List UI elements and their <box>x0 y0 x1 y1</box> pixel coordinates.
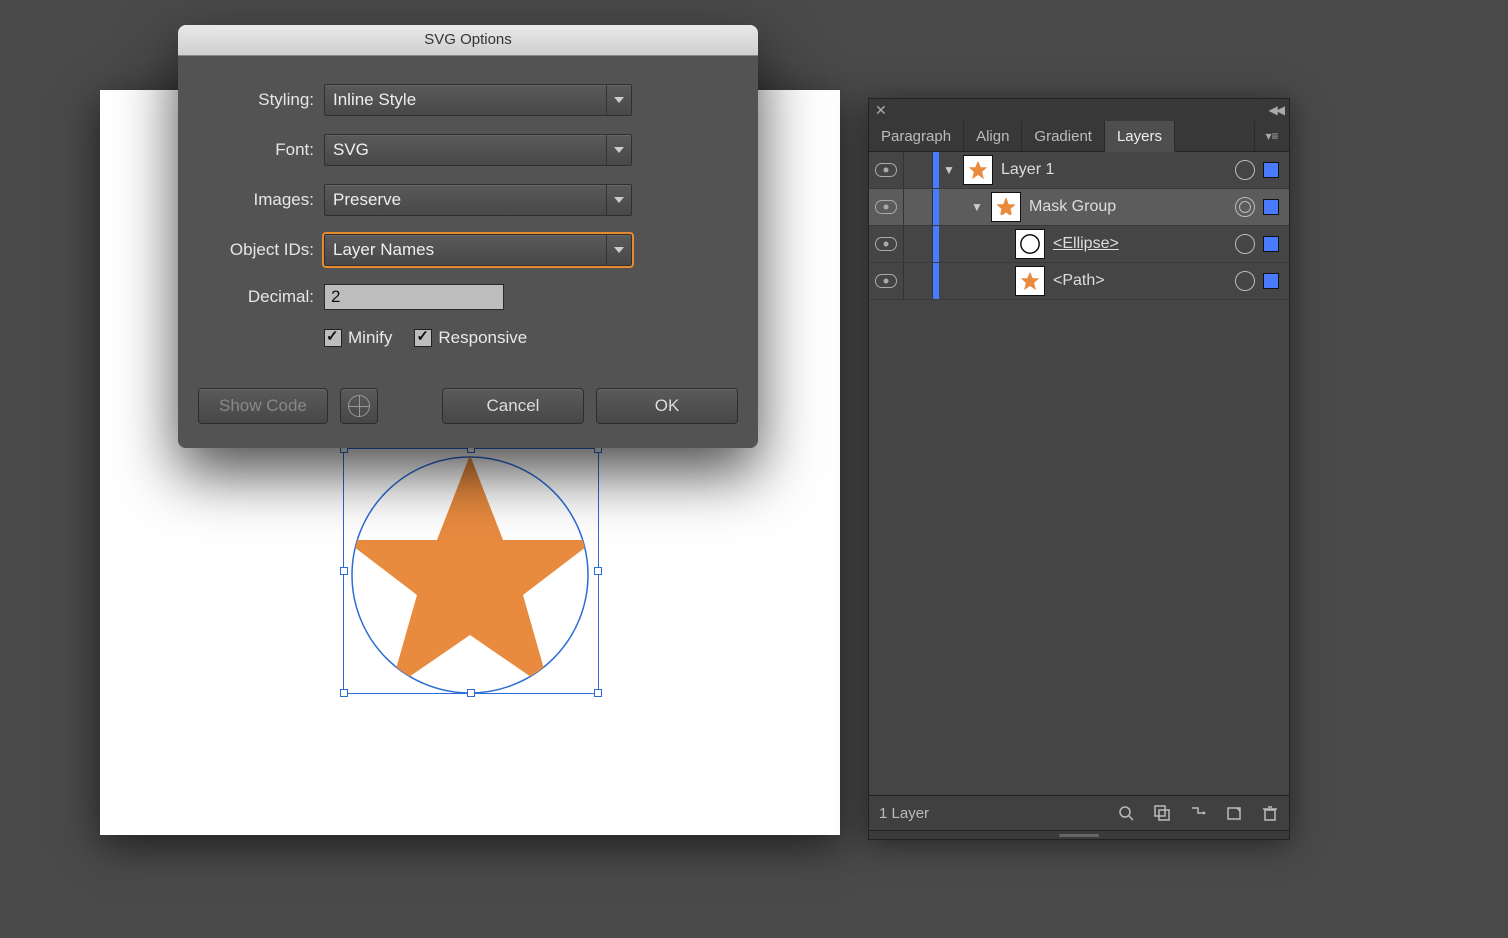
layer-name: <Ellipse> <box>1053 235 1235 253</box>
decimal-input[interactable] <box>324 284 504 310</box>
svg-options-dialog: SVG Options Styling: Inline Style Font: … <box>178 25 758 448</box>
font-select[interactable]: SVG <box>324 134 632 166</box>
lock-toggle[interactable] <box>904 189 933 225</box>
ok-button[interactable]: OK <box>596 388 738 424</box>
new-layer-icon[interactable] <box>1225 804 1243 822</box>
visibility-toggle[interactable] <box>869 189 904 225</box>
styling-label: Styling: <box>204 90 324 110</box>
visibility-toggle[interactable] <box>869 152 904 188</box>
target-icon[interactable] <box>1235 271 1255 291</box>
images-label: Images: <box>204 190 324 210</box>
lock-toggle[interactable] <box>904 152 933 188</box>
objectids-select[interactable]: Layer Names <box>324 234 632 266</box>
show-code-button[interactable]: Show Code <box>198 388 328 424</box>
panel-resize-grip[interactable] <box>869 830 1289 839</box>
panel-close-icon[interactable]: ✕ <box>875 102 887 119</box>
panel-collapse-icon[interactable]: ◀◀ <box>1269 103 1283 117</box>
styling-value: Inline Style <box>333 90 416 110</box>
layer-row-maskgroup[interactable]: ▼ Mask Group <box>869 189 1289 226</box>
layer-color-indicator <box>933 189 939 225</box>
globe-icon <box>348 395 370 417</box>
target-icon[interactable] <box>1235 160 1255 180</box>
font-value: SVG <box>333 140 369 160</box>
layer-row-ellipse[interactable]: <Ellipse> <box>869 226 1289 263</box>
decimal-label: Decimal: <box>204 287 324 307</box>
font-label: Font: <box>204 140 324 160</box>
objectids-label: Object IDs: <box>204 240 324 260</box>
locate-object-icon[interactable] <box>1117 804 1135 822</box>
layer-row-path[interactable]: <Path> <box>869 263 1289 300</box>
responsive-label: Responsive <box>438 328 527 348</box>
visibility-toggle[interactable] <box>869 263 904 299</box>
cancel-button[interactable]: Cancel <box>442 388 584 424</box>
dropdown-arrow-icon <box>606 85 631 115</box>
styling-select[interactable]: Inline Style <box>324 84 632 116</box>
visibility-toggle[interactable] <box>869 226 904 262</box>
layer-thumbnail <box>991 192 1021 222</box>
minify-checkbox[interactable]: Minify <box>324 328 392 348</box>
checkbox-icon <box>414 329 432 347</box>
layer-color-indicator <box>933 152 939 188</box>
images-value: Preserve <box>333 190 401 210</box>
selection-swatch[interactable] <box>1263 162 1279 178</box>
lock-toggle[interactable] <box>904 226 933 262</box>
checkbox-icon <box>324 329 342 347</box>
layer-row-layer1[interactable]: ▼ Layer 1 <box>869 152 1289 189</box>
panel-tabs: Paragraph Align Gradient Layers ▾≡ <box>869 121 1289 152</box>
eye-icon <box>875 163 897 177</box>
lock-toggle[interactable] <box>904 263 933 299</box>
preview-in-browser-button[interactable] <box>340 388 378 424</box>
selection-swatch[interactable] <box>1263 273 1279 289</box>
artwork-star-masked <box>345 450 595 700</box>
delete-layer-icon[interactable] <box>1261 804 1279 822</box>
selection-swatch[interactable] <box>1263 236 1279 252</box>
layer-name: Mask Group <box>1029 198 1235 216</box>
eye-icon <box>875 237 897 251</box>
create-sublayer-icon[interactable] <box>1189 804 1207 822</box>
objectids-value: Layer Names <box>333 240 434 260</box>
dialog-title: SVG Options <box>178 25 758 56</box>
resize-handle[interactable] <box>594 567 602 575</box>
panel-footer: 1 Layer <box>869 795 1289 830</box>
layer-thumbnail <box>963 155 993 185</box>
make-clipping-mask-icon[interactable] <box>1153 804 1171 822</box>
dropdown-arrow-icon <box>606 235 631 265</box>
tab-gradient[interactable]: Gradient <box>1022 121 1105 151</box>
disclosure-triangle-icon[interactable]: ▼ <box>971 200 987 214</box>
resize-handle[interactable] <box>594 689 602 697</box>
tab-paragraph[interactable]: Paragraph <box>869 121 964 151</box>
dropdown-arrow-icon <box>606 185 631 215</box>
layer-color-indicator <box>933 226 939 262</box>
panel-menu-icon[interactable]: ▾≡ <box>1254 121 1289 151</box>
selection-swatch[interactable] <box>1263 199 1279 215</box>
eye-icon <box>875 274 897 288</box>
layer-thumbnail <box>1015 266 1045 296</box>
layer-name: Layer 1 <box>1001 161 1235 179</box>
tab-align[interactable]: Align <box>964 121 1022 151</box>
layer-list: ▼ Layer 1 ▼ Mask Group <box>869 152 1289 795</box>
layer-thumbnail <box>1015 229 1045 259</box>
layer-count-label: 1 Layer <box>879 805 929 822</box>
dropdown-arrow-icon <box>606 135 631 165</box>
images-select[interactable]: Preserve <box>324 184 632 216</box>
target-icon[interactable] <box>1235 234 1255 254</box>
layers-panel: ✕ ◀◀ Paragraph Align Gradient Layers ▾≡ … <box>868 98 1290 840</box>
disclosure-triangle-icon[interactable]: ▼ <box>943 163 959 177</box>
minify-label: Minify <box>348 328 392 348</box>
tab-layers[interactable]: Layers <box>1105 121 1175 152</box>
target-icon[interactable] <box>1235 197 1255 217</box>
layer-color-indicator <box>933 263 939 299</box>
eye-icon <box>875 200 897 214</box>
layer-name: <Path> <box>1053 272 1235 290</box>
responsive-checkbox[interactable]: Responsive <box>414 328 527 348</box>
